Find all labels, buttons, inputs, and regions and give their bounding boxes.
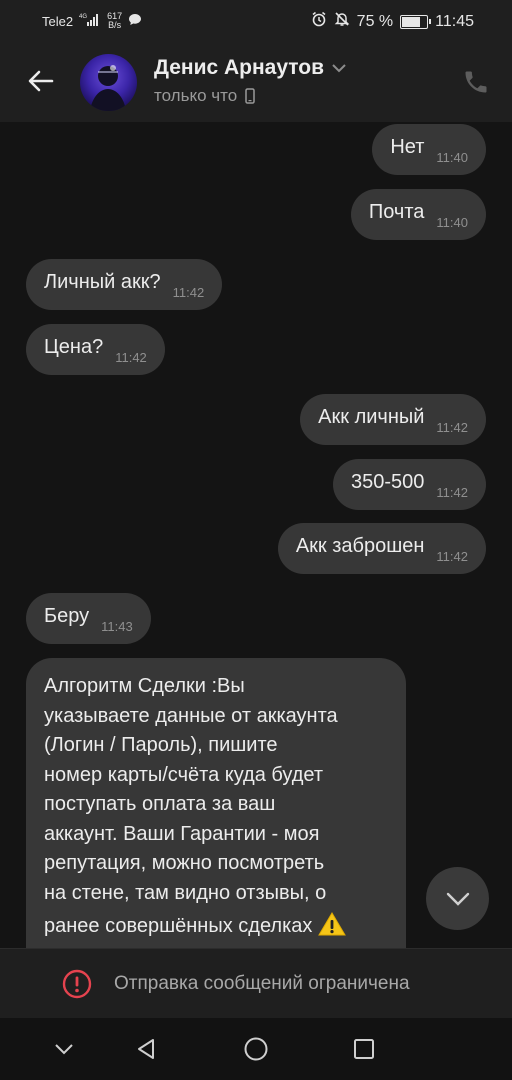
alarm-icon <box>311 11 327 32</box>
message-bubble[interactable]: 350-500 11:42 <box>333 459 486 510</box>
message-bubble[interactable]: Личный акк? 11:42 <box>26 259 223 310</box>
message-bubble[interactable]: Почта 11:40 <box>350 189 486 240</box>
clock: 11:45 <box>435 12 474 30</box>
system-nav-bar <box>0 1018 512 1080</box>
message-line: номер карты/счёта куда будет <box>44 763 324 786</box>
nav-back-button[interactable] <box>133 1036 159 1062</box>
recents-square-icon <box>354 1039 374 1059</box>
message-time: 11:42 <box>436 485 468 500</box>
message-line: репутация, можно посмотреть <box>44 852 325 874</box>
call-button[interactable] <box>462 68 490 96</box>
message-bubble[interactable]: Акк личный 11:42 <box>300 394 486 445</box>
message-time: 11:42 <box>436 549 468 564</box>
message-time: 11:42 <box>115 350 147 365</box>
restriction-text: Отправка сообщений ограничена <box>114 973 410 994</box>
alert-circle-icon <box>62 969 92 999</box>
last-seen: только что <box>154 86 238 105</box>
message-text: Личный акк? <box>44 271 161 293</box>
phone-small-icon <box>245 88 255 104</box>
message-time: 11:40 <box>436 215 468 230</box>
signal-icon: 4G <box>79 12 101 30</box>
message-text: Беру <box>44 605 90 627</box>
message-time: 11:40 <box>436 150 468 165</box>
message-time: 11:43 <box>352 939 384 948</box>
avatar[interactable] <box>80 54 137 111</box>
battery-icon <box>400 14 432 29</box>
back-button[interactable] <box>26 66 56 96</box>
network-speed: 617 B/s <box>107 12 122 30</box>
nav-recents-button[interactable] <box>351 1036 377 1062</box>
message-bubble[interactable]: Акк заброшен 11:42 <box>277 523 486 574</box>
chevron-down-icon <box>332 63 346 72</box>
message-line: Алгоритм Сделки :Вы <box>44 675 245 697</box>
message-text: Нет <box>390 136 425 158</box>
message-bubble[interactable]: Алгоритм Сделки :Вы указываете данные от… <box>26 658 406 948</box>
message-line: аккаунт. Ваши Гарантии - моя <box>44 822 320 845</box>
phone-call-icon <box>465 71 487 93</box>
message-line-last: ранее совершённых сделках <box>44 908 388 942</box>
message-line: указываете данные от аккаунта <box>44 704 338 727</box>
chat-bubble-icon <box>128 13 142 30</box>
message-list[interactable]: Нет 11:40 Почта 11:40 Личный акк? 11:42 … <box>0 122 512 948</box>
message-text: Почта <box>368 201 425 223</box>
carrier-name: Tele2 <box>42 13 74 29</box>
scroll-down-button[interactable] <box>426 867 489 930</box>
message-bubble[interactable]: Нет 11:40 <box>372 124 486 175</box>
messaging-restricted-notice: Отправка сообщений ограничена <box>0 948 512 1019</box>
network-type: 4G <box>79 14 87 20</box>
battery-percent: 75 % <box>356 12 394 30</box>
home-circle-icon <box>244 1037 268 1061</box>
message-bubble[interactable]: Беру 11:43 <box>26 593 151 644</box>
warning-emoji-icon <box>318 912 346 941</box>
message-time: 11:42 <box>172 285 205 300</box>
status-bar: Tele2 4G 617 B/s 75 % 11:45 <box>0 0 512 40</box>
hide-keyboard-icon <box>55 1044 73 1055</box>
message-bubble[interactable]: Цена? 11:42 <box>26 324 165 375</box>
speed-unit: B/s <box>108 20 122 30</box>
back-triangle-icon <box>138 1039 154 1059</box>
message-text: Цена? <box>44 336 104 358</box>
contact-name: Денис Арнаутов <box>154 56 325 79</box>
contact-status: только что <box>154 86 255 106</box>
message-time: 11:43 <box>101 619 133 634</box>
message-line: на стене, там видно отзывы, о <box>44 881 327 904</box>
message-text: Акк заброшен <box>295 535 425 557</box>
mute-icon <box>334 11 350 32</box>
message-line: поступать оплата за ваш <box>44 793 276 815</box>
contact-name-button[interactable]: Денис Арнаутов <box>154 56 346 80</box>
back-arrow-icon <box>28 70 54 92</box>
hide-keyboard-button[interactable] <box>51 1036 77 1062</box>
chevron-down-icon <box>446 892 469 906</box>
message-line: (Логин / Пароль), пишите <box>44 734 278 756</box>
nav-home-button[interactable] <box>243 1036 269 1062</box>
message-time: 11:42 <box>436 420 468 435</box>
message-text: 350-500 <box>351 471 425 493</box>
chat-header: Денис Арнаутов только что <box>0 40 512 122</box>
message-text: Акк личный <box>318 406 425 428</box>
message-line: ранее совершённых сделках <box>44 915 313 937</box>
